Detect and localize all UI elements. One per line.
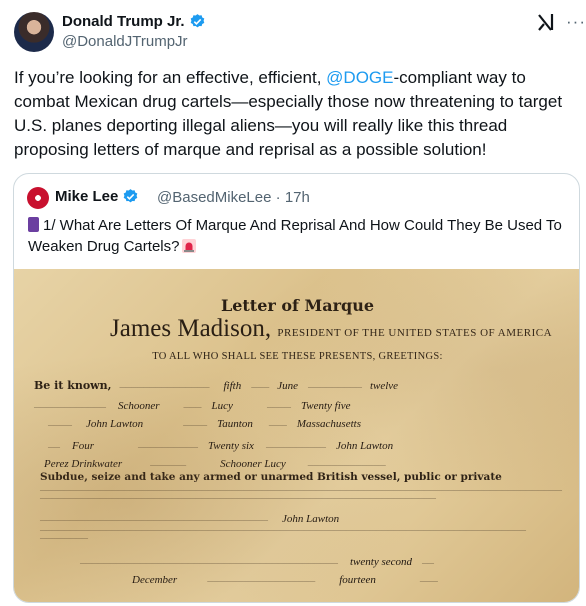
doc-twenty-five: Twenty five bbox=[300, 400, 351, 412]
doc-heading-name: James Madison, bbox=[110, 315, 272, 342]
quoted-author-avatar[interactable] bbox=[27, 187, 49, 209]
quoted-tweet[interactable]: Mike Lee @BasedMikeLee · 17h 1/ What Are… bbox=[13, 173, 580, 603]
doc-twenty-six: Twenty six bbox=[208, 440, 254, 452]
doc-line-8: December —————————————————— fourteen ——— bbox=[132, 574, 438, 586]
doc-fine-print-2: ————————————————————————————————————————… bbox=[40, 528, 526, 542]
doc-schooner: Schooner bbox=[118, 400, 160, 412]
grok-icon[interactable] bbox=[536, 11, 556, 33]
scroll-emoji-icon bbox=[28, 217, 39, 232]
quoted-text: 1/ What Are Letters Of Marque And Repris… bbox=[28, 215, 573, 257]
doc-fourteen: fourteen bbox=[339, 574, 376, 586]
more-icon[interactable]: ··· bbox=[566, 13, 586, 30]
quoted-author-name[interactable]: Mike Lee bbox=[55, 188, 139, 205]
doc-line-6: —————————————————————————————————————— J… bbox=[40, 513, 340, 525]
doc-fine-print: ————————————————————————————————————————… bbox=[40, 488, 562, 502]
author-avatar[interactable] bbox=[14, 12, 54, 52]
doc-john-lawton: John Lawton bbox=[86, 418, 144, 430]
doc-line-4: —— Four —————————— Twenty six ——————————… bbox=[48, 440, 394, 452]
quoted-verified-badge-icon bbox=[124, 189, 138, 203]
doc-line-7: ————————————————————————————————————————… bbox=[80, 556, 435, 568]
doc-john-lawton-2: John Lawton bbox=[335, 440, 394, 452]
author-handle[interactable]: @DonaldJTrumpJr bbox=[62, 33, 188, 50]
quoted-author-handle[interactable]: @BasedMikeLee bbox=[157, 189, 271, 206]
doc-line-5: Perez Drinkwater —————— Schooner Lucy ——… bbox=[44, 458, 386, 470]
doc-be-it-known: Be it known, bbox=[34, 379, 112, 392]
tweet-text: If you’re looking for an effective, effi… bbox=[14, 66, 574, 162]
tweet-text-start: If you’re looking for an effective, effi… bbox=[14, 68, 327, 87]
quoted-author-meta: @BasedMikeLee · 17h bbox=[157, 189, 310, 206]
doc-massachusetts: Massachusetts bbox=[296, 418, 361, 430]
doc-four: Four bbox=[72, 440, 94, 452]
verified-badge-icon bbox=[190, 14, 204, 28]
doc-salutation: TO ALL WHO SHALL SEE THESE PRESENTS, GRE… bbox=[152, 351, 443, 362]
meta-separator: · bbox=[275, 189, 281, 206]
doc-line-1: Be it known, ——————————————— fifth ——— J… bbox=[34, 379, 399, 392]
tweet: Donald Trump Jr. @DonaldJTrumpJr ··· If … bbox=[0, 0, 586, 606]
doc-line-3: ———— John Lawton ———— Taunton ——— Massac… bbox=[48, 418, 361, 430]
quoted-author-name-text[interactable]: Mike Lee bbox=[55, 188, 118, 205]
doge-mention-link[interactable]: @DOGE bbox=[326, 68, 393, 87]
doc-subdue: Subdue, seize and take any armed or unar… bbox=[40, 471, 502, 483]
doc-line-2: ———————————— Schooner ——— Lucy ———— Twen… bbox=[34, 400, 351, 412]
doc-lucy: Lucy bbox=[211, 400, 233, 412]
quoted-time[interactable]: 17h bbox=[285, 189, 310, 206]
doc-perez: Perez Drinkwater bbox=[44, 458, 123, 470]
author-name[interactable]: Donald Trump Jr. bbox=[62, 13, 206, 30]
doc-twenty-second: twenty second bbox=[350, 556, 413, 568]
doc-heading: James Madison, PRESIDENT OF THE UNITED S… bbox=[110, 315, 552, 343]
doc-taunton: Taunton bbox=[217, 418, 253, 430]
doc-title: Letter of Marque bbox=[220, 296, 375, 315]
doc-schooner-lucy: Schooner Lucy bbox=[220, 458, 286, 470]
letter-of-marque-image[interactable]: Letter of Marque James Madison, PRESIDEN… bbox=[14, 269, 579, 602]
author-name-text[interactable]: Donald Trump Jr. bbox=[62, 13, 185, 30]
doc-twelve: twelve bbox=[369, 380, 399, 392]
siren-emoji-icon bbox=[182, 239, 197, 253]
doc-fifth: fifth bbox=[223, 380, 242, 392]
doc-heading-rest: PRESIDENT OF THE UNITED STATES OF AMERIC… bbox=[277, 327, 553, 339]
doc-john-lawton-3: John Lawton bbox=[282, 513, 340, 525]
doc-june: June bbox=[277, 380, 298, 392]
doc-december: December bbox=[132, 574, 178, 586]
quoted-text-body: 1/ What Are Letters Of Marque And Repris… bbox=[28, 217, 562, 255]
